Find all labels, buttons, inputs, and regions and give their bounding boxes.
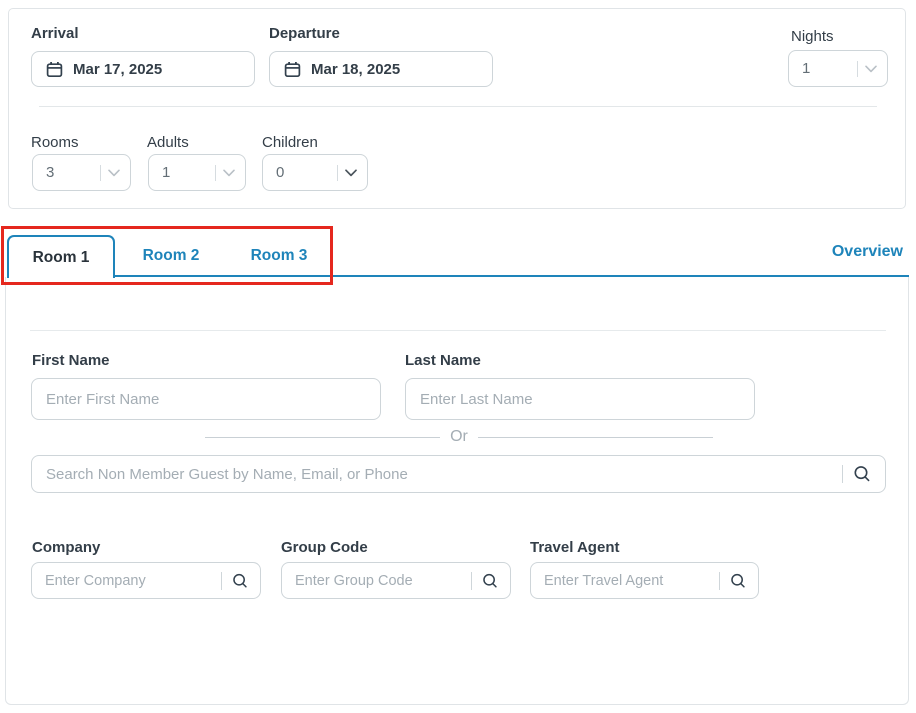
company-label: Company (32, 539, 100, 556)
nights-label: Nights (791, 28, 834, 45)
tab-overview[interactable]: Overview (832, 243, 903, 261)
company-input[interactable] (32, 563, 217, 598)
travel-agent-label: Travel Agent (530, 539, 619, 556)
last-name-field-box (405, 378, 755, 420)
group-code-input[interactable] (282, 563, 467, 598)
chevron-down-icon (108, 169, 120, 177)
adults-value: 1 (162, 164, 215, 181)
arrival-date-field[interactable]: Mar 17, 2025 (31, 51, 255, 87)
last-name-input[interactable] (406, 379, 754, 419)
children-select[interactable]: 0 (262, 154, 368, 191)
rooms-label: Rooms (31, 134, 79, 151)
chevron-down-icon (345, 169, 357, 177)
rooms-value: 3 (46, 164, 100, 181)
departure-date-value: Mar 18, 2025 (311, 61, 400, 78)
arrival-date-value: Mar 17, 2025 (73, 61, 162, 78)
chevron-down-icon (865, 65, 877, 73)
card-divider (39, 106, 877, 107)
or-divider: Or (205, 428, 713, 446)
group-code-field-box (281, 562, 511, 599)
children-label: Children (262, 134, 318, 151)
departure-label: Departure (269, 25, 340, 42)
panel-divider (30, 330, 886, 331)
calendar-icon (46, 61, 63, 78)
tab-room-3[interactable]: Room 3 (225, 240, 333, 272)
stay-details-card: Arrival Mar 17, 2025 Departure (8, 8, 906, 209)
search-icon[interactable] (852, 464, 872, 484)
adults-label: Adults (147, 134, 189, 151)
arrival-label: Arrival (31, 25, 79, 42)
group-code-label: Group Code (281, 539, 368, 556)
last-name-label: Last Name (405, 352, 481, 369)
nights-value: 1 (802, 60, 857, 77)
first-name-field-box (31, 378, 381, 420)
first-name-input[interactable] (32, 379, 380, 419)
chevron-down-icon (223, 169, 235, 177)
travel-agent-input[interactable] (531, 563, 715, 598)
tab-room-2[interactable]: Room 2 (117, 240, 225, 272)
departure-date-field[interactable]: Mar 18, 2025 (269, 51, 493, 87)
search-icon[interactable] (729, 572, 747, 590)
adults-select[interactable]: 1 (148, 154, 246, 191)
children-value: 0 (276, 164, 337, 181)
nights-select[interactable]: 1 (788, 50, 888, 87)
or-text: Or (450, 428, 468, 446)
calendar-icon (284, 61, 301, 78)
search-icon[interactable] (481, 572, 499, 590)
tab-room-1[interactable]: Room 1 (7, 235, 115, 278)
guest-search-box (31, 455, 886, 493)
travel-agent-field-box (530, 562, 759, 599)
rooms-select[interactable]: 3 (32, 154, 131, 191)
company-field-box (31, 562, 261, 599)
reservation-form-page: Arrival Mar 17, 2025 Departure (0, 0, 916, 713)
guest-search-input[interactable] (32, 456, 838, 492)
search-icon[interactable] (231, 572, 249, 590)
first-name-label: First Name (32, 352, 110, 369)
